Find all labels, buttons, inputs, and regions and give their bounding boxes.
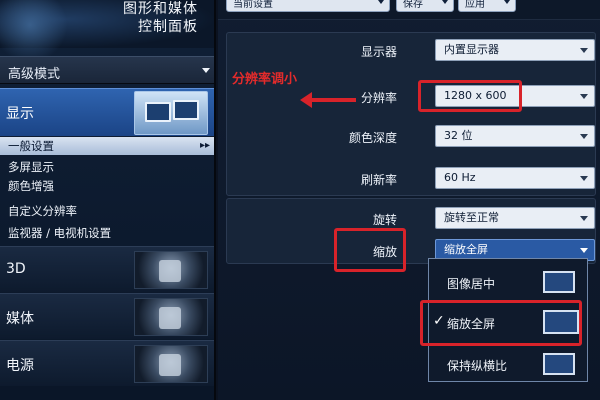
profile-toolbar: 当前设置 保存 应用 bbox=[218, 0, 600, 20]
resolution-select-value: 1280 x 600 bbox=[444, 89, 507, 102]
chevron-down-icon bbox=[580, 216, 588, 221]
sidebar-category-display-label: 显示 bbox=[6, 106, 34, 122]
rotation-select[interactable]: 旋转至正常 bbox=[435, 207, 595, 229]
refresh-rate-label: 刷新率 bbox=[360, 173, 397, 187]
sidebar-category-power-label: 电源 bbox=[6, 358, 34, 374]
sidebar-category-3d[interactable]: 3D bbox=[0, 246, 214, 292]
sidebar-item-label: 颜色增强 bbox=[8, 179, 54, 193]
sidebar-item-label: 监视器 / 电视机设置 bbox=[8, 226, 112, 240]
app-title-line2: 控制面板 bbox=[138, 19, 198, 35]
mode-dropdown[interactable]: 高级模式 bbox=[0, 56, 214, 84]
annotation-text: 分辨率调小 bbox=[232, 72, 298, 87]
film-camera-icon bbox=[134, 298, 208, 336]
display-label: 显示器 bbox=[360, 45, 397, 59]
display-select[interactable]: 内置显示器 bbox=[435, 39, 595, 61]
monitor-icon bbox=[145, 102, 171, 122]
sidebar-category-display[interactable]: 显示 bbox=[0, 88, 214, 136]
scaling-option-keep-aspect[interactable]: 保持纵横比 bbox=[429, 345, 589, 383]
camera-icon bbox=[159, 307, 181, 329]
chevron-down-icon bbox=[202, 68, 210, 73]
monitor-icon bbox=[173, 100, 199, 120]
rotation-scaling-group: 旋转 旋转至正常 缩放 缩放全屏 bbox=[226, 198, 596, 264]
refresh-rate-select-value: 60 Hz bbox=[444, 171, 476, 184]
scaling-label: 缩放 bbox=[372, 245, 397, 259]
resolution-select[interactable]: 1280 x 600 bbox=[435, 85, 595, 107]
chevron-down-icon bbox=[378, 0, 384, 4]
sidebar-item-color-enhancement[interactable]: 颜色增强 bbox=[0, 177, 214, 195]
screen-preview-icon bbox=[543, 310, 579, 334]
scaling-option-center[interactable]: 图像居中 bbox=[429, 263, 589, 301]
refresh-rate-select[interactable]: 60 Hz bbox=[435, 167, 595, 189]
color-depth-select-value: 32 位 bbox=[444, 129, 473, 142]
sidebar-item-monitor-tv-settings[interactable]: 监视器 / 电视机设置 bbox=[0, 224, 214, 242]
sidebar-category-media-label: 媒体 bbox=[6, 311, 34, 327]
sidebar-item-label: 自定义分辨率 bbox=[8, 204, 77, 218]
screen-preview-icon bbox=[543, 271, 575, 293]
display-select-value: 内置显示器 bbox=[444, 43, 499, 56]
sidebar-item-label: 一般设置 bbox=[8, 139, 54, 153]
sidebar-item-general-settings[interactable]: 一般设置 ▸▸ bbox=[0, 137, 214, 155]
check-icon: ✓ bbox=[433, 313, 445, 329]
sidebar-item-multi-display[interactable]: 多屏显示 bbox=[0, 158, 214, 176]
chevron-down-icon bbox=[442, 0, 448, 4]
chevron-down-icon bbox=[580, 94, 588, 99]
checkered-flag-icon bbox=[134, 345, 208, 383]
scaling-options-list: 图像居中 ✓ 缩放全屏 保持纵横比 bbox=[428, 258, 588, 382]
logo-glow bbox=[0, 0, 70, 60]
chevron-down-icon bbox=[580, 176, 588, 181]
sidebar-item-custom-resolution[interactable]: 自定义分辨率 bbox=[0, 202, 214, 220]
cube-icon bbox=[159, 260, 181, 282]
save-button[interactable]: 保存 bbox=[396, 0, 454, 12]
color-depth-select[interactable]: 32 位 bbox=[435, 125, 595, 147]
sidebar-item-label: 多屏显示 bbox=[8, 160, 54, 174]
profile-dropdown-value: 当前设置 bbox=[233, 0, 273, 10]
color-depth-label: 颜色深度 bbox=[348, 131, 397, 145]
chevron-down-icon bbox=[504, 0, 510, 4]
rotation-label: 旋转 bbox=[372, 213, 397, 227]
app-header: 图形和媒体 控制面板 bbox=[0, 0, 214, 60]
monitors-icon bbox=[134, 91, 208, 135]
chevron-down-icon bbox=[580, 248, 588, 253]
scaling-option-label: 保持纵横比 bbox=[447, 359, 508, 373]
scaling-select-value: 缩放全屏 bbox=[444, 243, 488, 256]
apply-button[interactable]: 应用 bbox=[458, 0, 516, 12]
sidebar: 图形和媒体 控制面板 高级模式 显示 一般设置 ▸▸ 多屏显示 颜色增强 自定义… bbox=[0, 0, 216, 400]
rotation-select-value: 旋转至正常 bbox=[444, 211, 499, 224]
mode-dropdown-label: 高级模式 bbox=[8, 67, 61, 82]
annotation-arrow-icon bbox=[300, 92, 356, 108]
profile-dropdown[interactable]: 当前设置 bbox=[226, 0, 390, 12]
3d-shapes-icon bbox=[134, 251, 208, 289]
apply-button-label: 应用 bbox=[465, 0, 485, 10]
display-settings-group: 显示器 内置显示器 分辨率 1280 x 600 颜色深度 32 位 刷新率 6… bbox=[226, 32, 596, 196]
sidebar-category-power[interactable]: 电源 bbox=[0, 340, 214, 386]
scaling-option-label: 图像居中 bbox=[447, 277, 496, 291]
chevron-down-icon bbox=[580, 48, 588, 53]
chevron-down-icon bbox=[580, 134, 588, 139]
screen-preview-icon bbox=[543, 353, 575, 375]
sidebar-category-media[interactable]: 媒体 bbox=[0, 293, 214, 339]
double-arrow-icon: ▸▸ bbox=[199, 140, 210, 151]
scaling-option-fullscreen[interactable]: ✓ 缩放全屏 bbox=[429, 303, 589, 341]
flag-icon bbox=[159, 354, 181, 376]
sidebar-category-3d-label: 3D bbox=[6, 261, 26, 277]
save-button-label: 保存 bbox=[403, 0, 423, 10]
scaling-option-label: 缩放全屏 bbox=[447, 317, 496, 331]
